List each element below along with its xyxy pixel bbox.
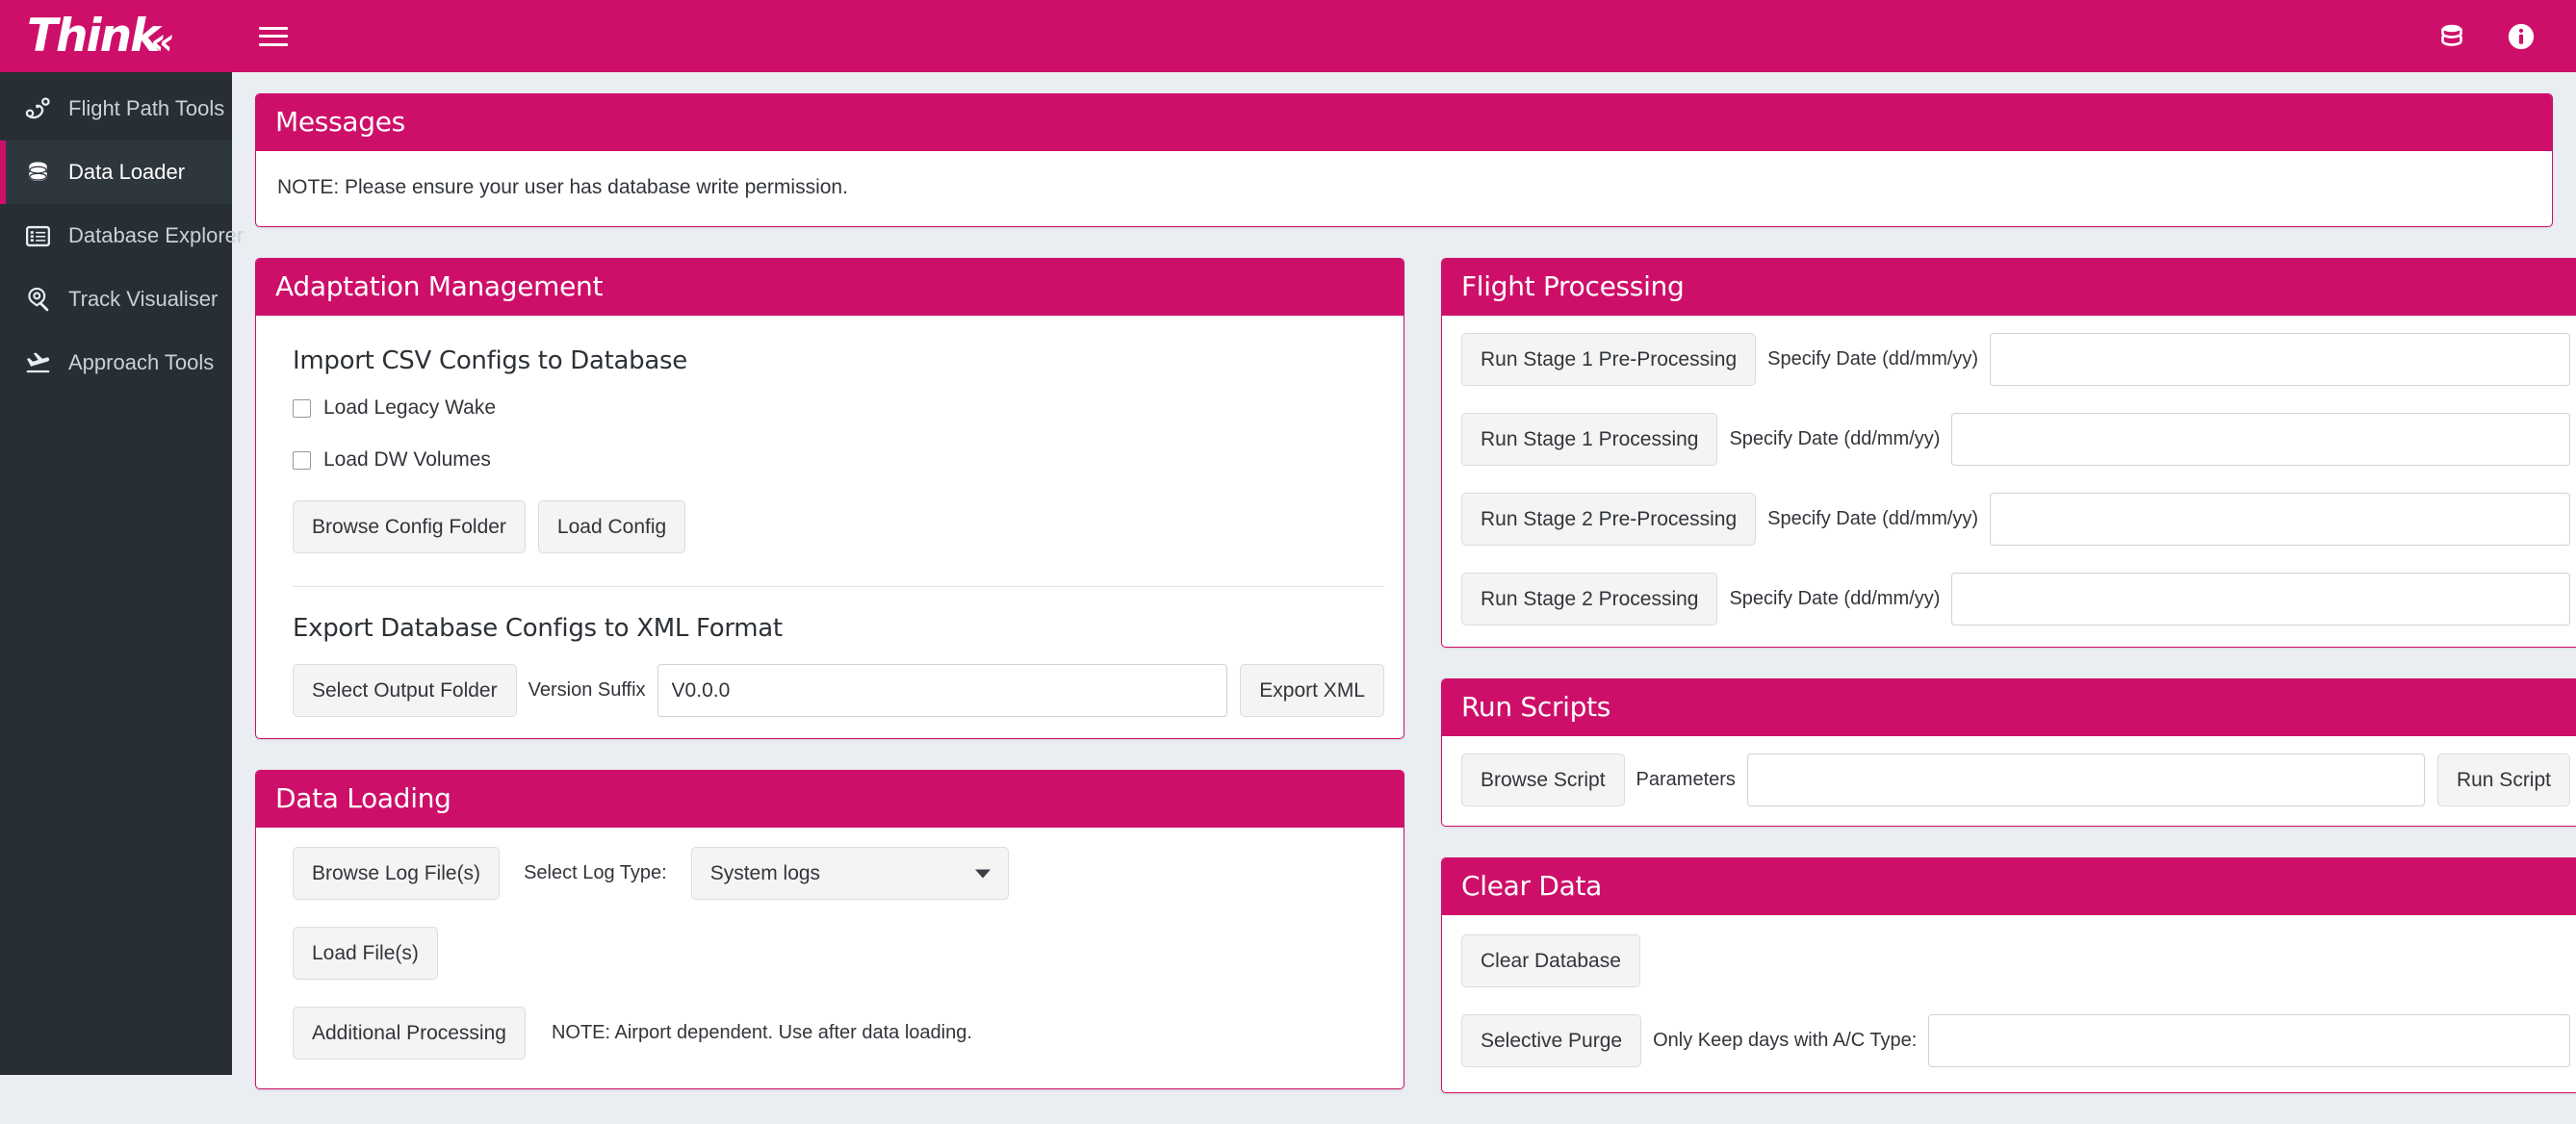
load-files-button[interactable]: Load File(s) <box>293 927 438 980</box>
sidebar-item-label: Approach Tools <box>68 350 215 374</box>
export-xml-button[interactable]: Export XML <box>1240 664 1384 717</box>
log-type-value: System logs <box>709 861 821 884</box>
stage1-pre-date-label: Specify Date (dd/mm/yy) <box>1767 348 1979 370</box>
stage2-pre-date-label: Specify Date (dd/mm/yy) <box>1767 508 1979 529</box>
stage1-pre-date-input[interactable] <box>1990 333 2570 386</box>
selective-purge-button[interactable]: Selective Purge <box>1461 1014 1642 1067</box>
top-bar-actions <box>2437 22 2576 51</box>
browse-config-folder-button[interactable]: Browse Config Folder <box>293 500 526 553</box>
log-type-dropdown[interactable]: System logs <box>690 847 1009 900</box>
database-icon[interactable] <box>2437 22 2466 51</box>
run-stage-2-pre-processing-button[interactable]: Run Stage 2 Pre-Processing <box>1461 493 1757 546</box>
messages-panel: Messages NOTE: Please ensure your user h… <box>255 93 2553 227</box>
browse-logs-row: Browse Log File(s) Select Log Type: Syst… <box>293 847 1384 900</box>
sidebar: Flight Path Tools Data Loader Database E… <box>0 72 244 1075</box>
import-csv-heading: Import CSV Configs to Database <box>293 346 687 375</box>
sidebar-item-approach-tools[interactable]: Approach Tools <box>0 331 232 395</box>
top-bar: Think« <box>0 0 2576 72</box>
config-buttons-row: Browse Config Folder Load Config <box>293 500 1384 553</box>
main-content: Messages NOTE: Please ensure your user h… <box>232 72 2576 1093</box>
right-column: Flight Processing Run Stage 1 Pre-Proces… <box>1441 258 2576 1124</box>
select-output-folder-button[interactable]: Select Output Folder <box>293 664 517 717</box>
parameters-input[interactable] <box>1746 754 2425 806</box>
run-stage-1-processing-button[interactable]: Run Stage 1 Processing <box>1461 413 1718 466</box>
sidebar-item-flight-path-tools[interactable]: Flight Path Tools <box>0 77 232 140</box>
additional-processing-row: Additional Processing NOTE: Airport depe… <box>293 1007 1384 1060</box>
stage1-pre-processing-row: Run Stage 1 Pre-Processing Specify Date … <box>1461 333 2570 386</box>
version-suffix-label: Version Suffix <box>528 679 646 701</box>
clear-database-row: Clear Database <box>1461 934 2570 987</box>
load-legacy-wake-row: Load Legacy Wake <box>293 396 1384 420</box>
hamburger-icon[interactable] <box>257 23 290 50</box>
messages-note: NOTE: Please ensure your user has databa… <box>277 176 848 198</box>
export-xml-row: Select Output Folder Version Suffix Expo… <box>293 664 1384 717</box>
run-script-button[interactable]: Run Script <box>2436 754 2570 806</box>
flight-processing-panel-title: Flight Processing <box>1442 259 2576 316</box>
sidebar-item-data-loader[interactable]: Data Loader <box>0 140 232 204</box>
selective-purge-row: Selective Purge Only Keep days with A/C … <box>1461 1014 2570 1067</box>
run-scripts-panel-title: Run Scripts <box>1442 679 2576 736</box>
only-keep-ac-type-label: Only Keep days with A/C Type: <box>1653 1030 1918 1051</box>
load-dw-volumes-label: Load DW Volumes <box>323 448 491 471</box>
stage2-pre-date-input[interactable] <box>1990 493 2570 546</box>
load-files-row: Load File(s) <box>293 927 1384 980</box>
stage2-pre-processing-row: Run Stage 2 Pre-Processing Specify Date … <box>1461 493 2570 546</box>
sidebar-item-label: Database Explorer <box>68 223 245 247</box>
adaptation-panel-title: Adaptation Management <box>256 259 1404 316</box>
stage2-processing-row: Run Stage 2 Processing Specify Date (dd/… <box>1461 573 2570 626</box>
clear-data-panel: Clear Data Clear Database Selective Purg… <box>1441 857 2576 1093</box>
run-scripts-row: Browse Script Parameters Run Script <box>1461 754 2570 806</box>
sidebar-item-database-explorer[interactable]: Database Explorer <box>0 204 244 268</box>
database-icon <box>29 161 47 181</box>
clear-data-panel-title: Clear Data <box>1442 858 2576 915</box>
load-legacy-wake-checkbox[interactable] <box>293 398 311 418</box>
adaptation-management-panel: Adaptation Management Import CSV Configs… <box>255 258 1404 739</box>
sidebar-item-label: Track Visualiser <box>68 287 219 311</box>
version-suffix-input[interactable] <box>657 664 1228 717</box>
select-log-type-label: Select Log Type: <box>524 862 667 883</box>
stage1-date-input[interactable] <box>1951 413 2570 466</box>
stage1-date-label: Specify Date (dd/mm/yy) <box>1729 428 1941 449</box>
app-logo: Think« <box>0 0 232 72</box>
sidebar-item-label: Flight Path Tools <box>68 96 225 120</box>
load-dw-volumes-checkbox[interactable] <box>293 450 311 470</box>
stage1-processing-row: Run Stage 1 Processing Specify Date (dd/… <box>1461 413 2570 466</box>
additional-processing-button[interactable]: Additional Processing <box>293 1007 526 1060</box>
run-stage-2-processing-button[interactable]: Run Stage 2 Processing <box>1461 573 1718 626</box>
run-stage-1-pre-processing-button[interactable]: Run Stage 1 Pre-Processing <box>1461 333 1757 386</box>
load-legacy-wake-label: Load Legacy Wake <box>323 396 497 419</box>
data-loading-panel: Data Loading Browse Log File(s) Select L… <box>255 770 1404 1089</box>
messages-panel-title: Messages <box>256 94 2552 151</box>
chevron-down-icon <box>974 869 991 878</box>
map-search-icon <box>28 287 49 311</box>
run-scripts-panel: Run Scripts Browse Script Parameters Run… <box>1441 678 2576 827</box>
additional-processing-note: NOTE: Airport dependent. Use after data … <box>551 1022 972 1043</box>
browse-script-button[interactable]: Browse Script <box>1461 754 1625 806</box>
export-xml-heading: Export Database Configs to XML Format <box>293 614 783 643</box>
load-dw-volumes-row: Load DW Volumes <box>293 448 1384 472</box>
logo-chevron-icon: « <box>150 20 174 63</box>
only-keep-ac-type-input[interactable] <box>1928 1014 2570 1067</box>
stage2-date-label: Specify Date (dd/mm/yy) <box>1729 588 1941 609</box>
panels-grid: Adaptation Management Import CSV Configs… <box>255 258 2576 1124</box>
left-column: Adaptation Management Import CSV Configs… <box>255 258 1404 1120</box>
info-icon[interactable] <box>2507 22 2536 51</box>
sidebar-item-label: Data Loader <box>68 160 186 184</box>
logo-text: Think <box>27 10 160 63</box>
parameters-label: Parameters <box>1636 769 1736 790</box>
plane-landing-icon <box>26 352 50 372</box>
route-icon <box>25 96 50 118</box>
data-loading-panel-title: Data Loading <box>256 771 1404 828</box>
sidebar-item-track-visualiser[interactable]: Track Visualiser <box>0 268 232 331</box>
flight-processing-panel: Flight Processing Run Stage 1 Pre-Proces… <box>1441 258 2576 648</box>
stage2-date-input[interactable] <box>1951 573 2570 626</box>
table-list-icon <box>25 225 51 246</box>
clear-database-button[interactable]: Clear Database <box>1461 934 1640 987</box>
load-config-button[interactable]: Load Config <box>537 500 686 553</box>
browse-log-files-button[interactable]: Browse Log File(s) <box>293 847 501 900</box>
section-divider <box>293 586 1384 587</box>
